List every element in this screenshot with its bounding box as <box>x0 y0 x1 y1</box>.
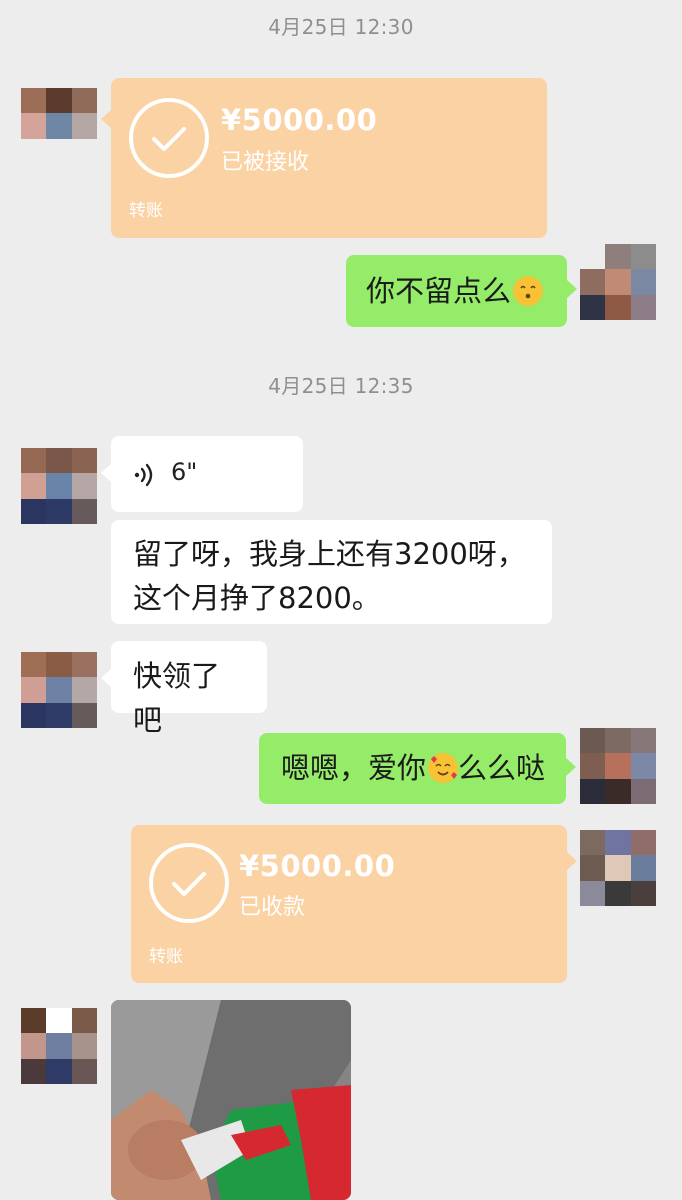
message-bubble-received[interactable]: 留了呀，我身上还有3200呀， 这个月挣了8200。 <box>111 520 552 624</box>
contact-avatar[interactable] <box>21 88 97 164</box>
transfer-label: 转账 <box>149 947 183 967</box>
message-bubble-sent[interactable]: 你不留点么 <box>346 255 567 327</box>
message-text: 留了呀，我身上还有3200呀， 这个月挣了8200。 <box>133 537 526 615</box>
timestamp: 4月25日 12:30 <box>268 15 414 39</box>
timestamp: 4月25日 12:35 <box>268 374 414 398</box>
message-text: 快领了吧 <box>133 659 221 737</box>
kissing-emoji-icon <box>513 276 544 306</box>
check-circle-icon <box>149 843 229 923</box>
voice-icon <box>134 463 153 487</box>
contact-avatar[interactable] <box>21 1008 97 1084</box>
message-bubble-received[interactable]: 快领了吧 <box>111 641 267 737</box>
message-text-part: 嗯嗯，爱你 <box>281 751 427 785</box>
contact-avatar[interactable] <box>21 448 97 524</box>
self-avatar[interactable] <box>580 244 656 320</box>
transfer-status: 已收款 <box>239 895 306 920</box>
bubble-tail <box>567 280 577 298</box>
photo-image <box>111 1000 351 1200</box>
smiling-hearts-emoji-icon <box>428 753 459 783</box>
bubble-tail <box>101 110 111 128</box>
contact-avatar[interactable] <box>21 652 97 728</box>
transfer-amount: ¥5000.00 <box>239 849 396 883</box>
transfer-status: 已被接收 <box>221 150 310 175</box>
bubble-tail <box>566 758 576 776</box>
message-text: 你不留点么 <box>366 274 512 308</box>
bubble-tail <box>101 669 111 687</box>
bubble-tail <box>567 852 577 870</box>
transfer-card-accepted[interactable]: ¥5000.00 已收款 转账 <box>131 825 567 983</box>
self-avatar[interactable] <box>580 728 656 804</box>
check-circle-icon <box>129 98 209 178</box>
transfer-label: 转账 <box>129 201 163 221</box>
transfer-card-received[interactable]: ¥5000.00 已被接收 转账 <box>111 78 547 238</box>
self-avatar[interactable] <box>580 830 656 906</box>
chat-photo[interactable] <box>111 1000 351 1200</box>
voice-message-bubble[interactable]: 6" <box>111 436 303 512</box>
message-text-part: 么么哒 <box>458 751 546 785</box>
voice-duration: 6" <box>171 458 198 486</box>
transfer-amount: ¥5000.00 <box>221 103 378 137</box>
message-bubble-sent[interactable]: 嗯嗯，爱你 么么哒 <box>259 733 566 804</box>
bubble-tail <box>101 464 111 482</box>
